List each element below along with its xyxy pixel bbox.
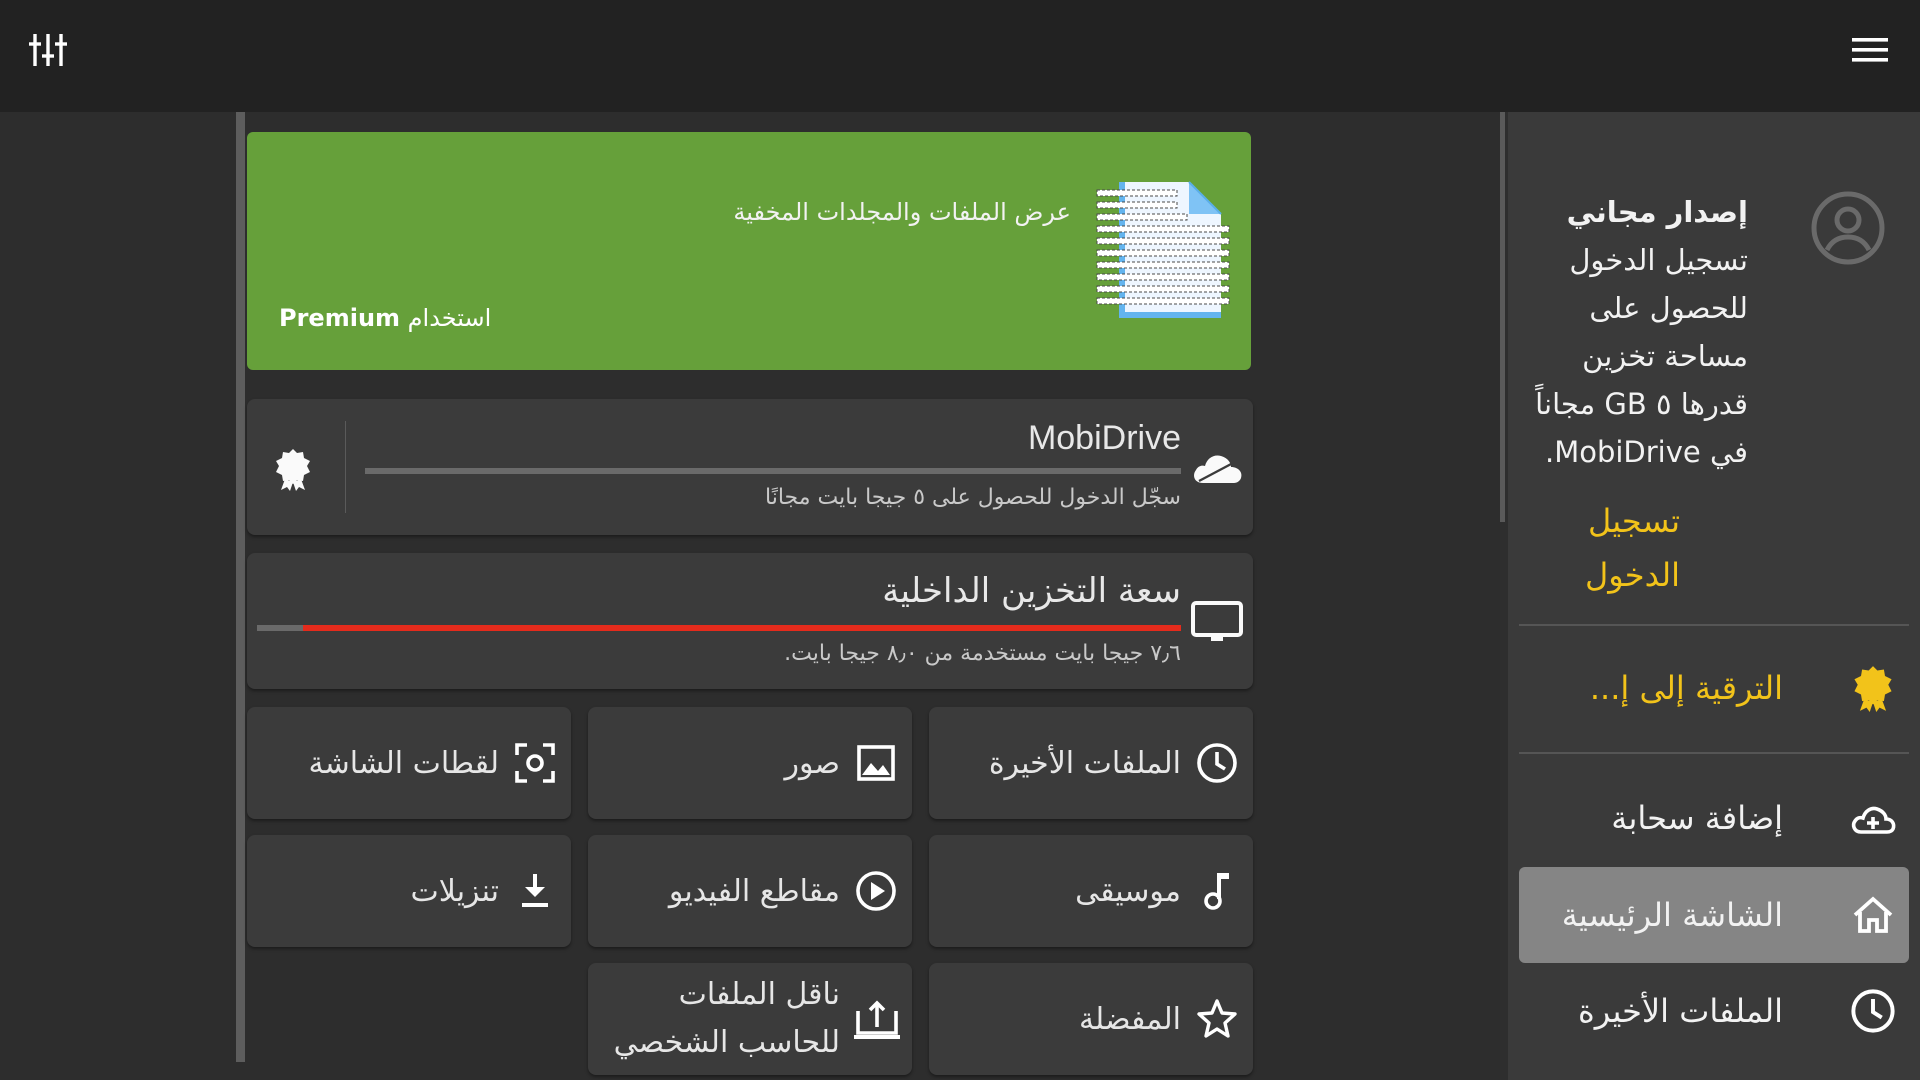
card-divider <box>345 421 346 513</box>
login-link-line: تسجيل <box>1588 502 1680 540</box>
home-icon <box>1849 891 1897 939</box>
tile-downloads[interactable]: تنزيلات <box>247 835 571 947</box>
sidebar-item-home[interactable]: الشاشة الرئيسية <box>1519 867 1909 963</box>
tile-screenshots[interactable]: لقطات الشاشة <box>247 707 571 819</box>
tile-label: صور <box>784 745 840 781</box>
premium-badge-icon[interactable] <box>273 447 313 491</box>
tile-label: المفضلة <box>1078 1001 1181 1037</box>
tile-label: ناقل الملفات للحاسب الشخصي <box>613 977 840 1060</box>
mobidrive-subtitle: سجّل الدخول للحصول على ٥ جيجا بايت مجانً… <box>765 485 1181 510</box>
cloud-add-icon <box>1849 794 1897 842</box>
account-line: للحصول على <box>1589 291 1748 325</box>
internal-storage-bar <box>257 625 1181 631</box>
image-icon <box>854 741 898 785</box>
account-line: في MobiDrive. <box>1544 435 1748 469</box>
mobidrive-card[interactable]: MobiDrive سجّل الدخول للحصول على ٥ جيجا … <box>247 399 1253 535</box>
left-scrollbar[interactable] <box>236 112 245 1062</box>
tile-recent-files[interactable]: الملفات الأخيرة <box>929 707 1253 819</box>
sidebar-item-recent-files[interactable]: الملفات الأخيرة <box>1519 963 1909 1059</box>
account-avatar-icon[interactable] <box>1810 190 1886 266</box>
tile-favorites[interactable]: المفضلة <box>929 963 1253 1075</box>
main-scrollbar[interactable] <box>1500 112 1505 522</box>
promo-cta[interactable]: استخدام Premium <box>279 304 491 332</box>
account-line: قدرها ٥ GB مجاناً <box>1535 387 1748 421</box>
account-line: مساحة تخزين <box>1582 339 1748 373</box>
document-icon <box>1093 178 1233 320</box>
screenshot-icon <box>513 741 557 785</box>
pc-transfer-icon <box>852 997 902 1041</box>
sidebar-item-upgrade[interactable]: الترقية إلى إ... <box>1519 640 1909 736</box>
sidebar-item-label: الشاشة الرئيسية <box>1561 896 1783 934</box>
premium-promo-banner[interactable]: عرض الملفات والمجلدات المخفية استخدام Pr… <box>247 132 1251 370</box>
login-link[interactable]: تسجيل الدخول <box>1585 494 1680 602</box>
sidebar-divider <box>1519 752 1909 754</box>
internal-storage-title: سعة التخزين الداخلية <box>882 571 1181 611</box>
internal-storage-card[interactable]: سعة التخزين الداخلية ٧٫٦ جيجا بايت مستخد… <box>247 553 1253 689</box>
sidebar-item-add-cloud[interactable]: إضافة سحابة <box>1519 770 1909 866</box>
top-bar <box>0 0 1920 112</box>
download-icon <box>513 869 557 913</box>
promo-title: عرض الملفات والمجلدات المخفية <box>733 198 1071 226</box>
clock-icon <box>1195 741 1239 785</box>
tile-label: لقطات الشاشة <box>308 745 499 781</box>
sidebar-item-label: إضافة سحابة <box>1611 799 1783 837</box>
tile-label: تنزيلات <box>410 873 499 909</box>
hamburger-menu-icon[interactable] <box>1844 24 1896 76</box>
mobidrive-progress-bar <box>365 468 1181 474</box>
account-line: تسجيل الدخول <box>1569 243 1748 277</box>
cloud-icon <box>1189 439 1245 495</box>
sidebar-item-label: الترقية إلى إ... <box>1589 669 1783 707</box>
music-note-icon <box>1195 869 1239 913</box>
account-plan: إصدار مجاني <box>1566 195 1748 229</box>
sidebar-divider <box>1519 624 1909 626</box>
mobidrive-title: MobiDrive <box>1027 419 1181 457</box>
clock-icon <box>1849 987 1897 1035</box>
tile-pc-file-transfer[interactable]: ناقل الملفات للحاسب الشخصي <box>588 963 912 1075</box>
account-info: إصدار مجاني تسجيل الدخول للحصول على مساح… <box>1518 188 1748 476</box>
tile-music[interactable]: موسيقى <box>929 835 1253 947</box>
login-link-line: الدخول <box>1585 556 1680 594</box>
tile-label: مقاطع الفيديو <box>668 873 840 909</box>
internal-storage-subtitle: ٧٫٦ جيجا بايت مستخدمة من ٨٫٠ جيجا بايت. <box>784 641 1181 666</box>
tile-images[interactable]: صور <box>588 707 912 819</box>
internal-storage-bar-fill <box>303 625 1181 631</box>
star-icon <box>1195 997 1239 1041</box>
tile-label: الملفات الأخيرة <box>988 745 1181 781</box>
premium-badge-icon <box>1849 664 1897 712</box>
sidebar-item-label: الملفات الأخيرة <box>1578 992 1783 1030</box>
monitor-icon <box>1189 599 1245 647</box>
tile-label: موسيقى <box>1075 873 1181 909</box>
play-circle-icon <box>854 869 898 913</box>
tile-videos[interactable]: مقاطع الفيديو <box>588 835 912 947</box>
equalizer-sliders-icon[interactable] <box>22 24 74 76</box>
